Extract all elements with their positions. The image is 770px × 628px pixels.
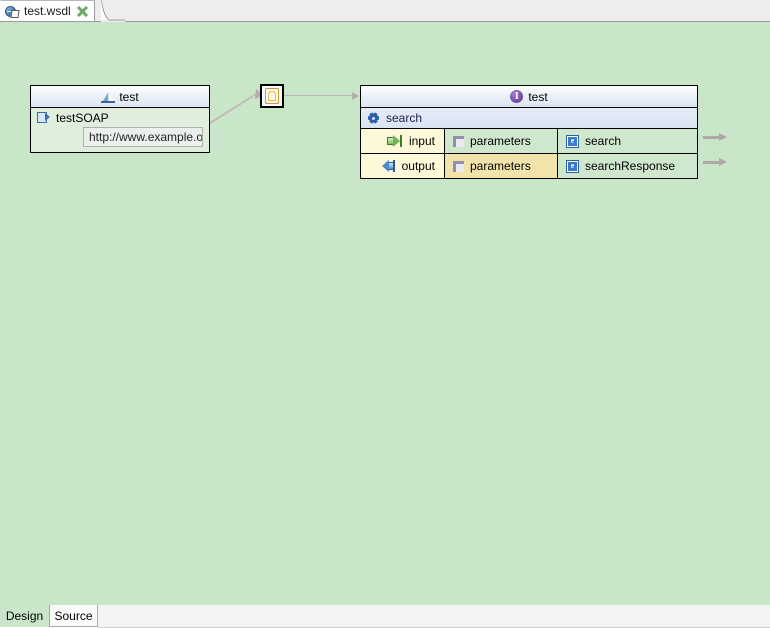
message-part-label: parameters xyxy=(470,159,531,173)
operation-label: search xyxy=(386,111,423,125)
interface-icon: I xyxy=(510,90,524,103)
operation-row-search[interactable]: search xyxy=(361,108,697,129)
wsdl-file-icon xyxy=(5,4,20,19)
message-element-label: search xyxy=(585,134,622,148)
tab-design-label: Design xyxy=(5,609,44,623)
service-name: test xyxy=(119,89,139,104)
service-address-wrap: http://www.example.o... xyxy=(31,127,209,152)
part-icon xyxy=(453,160,464,172)
message-part-cell-input[interactable]: parameters xyxy=(445,129,558,153)
message-element-label: searchResponse xyxy=(585,159,676,173)
message-kind-label: input xyxy=(408,134,435,148)
bottom-bar-filler xyxy=(98,605,770,628)
service-port-row[interactable]: testSOAP xyxy=(31,108,209,127)
input-arrow-icon xyxy=(386,135,403,147)
element-icon: e xyxy=(566,159,579,173)
service-icon xyxy=(101,90,116,103)
element-icon: e xyxy=(566,134,579,148)
message-part-cell-output[interactable]: parameters xyxy=(445,154,558,178)
service-box[interactable]: test testSOAP http://www.example.o... xyxy=(30,85,210,153)
interface-header: I test xyxy=(361,86,697,108)
message-row-input[interactable]: input parameters e search xyxy=(361,129,697,154)
message-element-cell-output[interactable]: e searchResponse xyxy=(558,154,697,178)
message-kind-cell-output[interactable]: output xyxy=(361,154,445,178)
part-icon xyxy=(453,135,464,147)
gear-icon xyxy=(367,112,380,125)
connector-binding-to-interface xyxy=(284,95,356,96)
service-header: test xyxy=(31,86,209,108)
message-part-label: parameters xyxy=(470,134,531,148)
service-address-input[interactable]: http://www.example.o... xyxy=(83,127,203,147)
interface-panel[interactable]: I test search input parameters e search … xyxy=(360,85,698,179)
tab-slant-decoration xyxy=(101,0,125,22)
tab-source-label: Source xyxy=(54,608,93,623)
connector-arrowhead-icon xyxy=(352,92,359,100)
editor-tab-bar: test.wsdl xyxy=(0,0,770,22)
binding-node[interactable] xyxy=(260,84,284,108)
port-icon xyxy=(37,112,51,123)
bottom-tab-bar: Design Source xyxy=(0,605,770,628)
tab-design[interactable]: Design xyxy=(0,605,50,627)
message-element-cell-input[interactable]: e search xyxy=(558,129,697,153)
wsdl-design-canvas[interactable]: test testSOAP http://www.example.o... I … xyxy=(0,22,770,605)
output-arrow-icon xyxy=(380,160,396,172)
message-kind-label: output xyxy=(401,159,435,173)
interface-name: test xyxy=(528,89,548,104)
binding-icon xyxy=(265,88,279,104)
service-port-label: testSOAP xyxy=(56,110,109,125)
message-row-output[interactable]: output parameters e searchResponse xyxy=(361,154,697,178)
message-kind-cell-input[interactable]: input xyxy=(361,129,445,153)
editor-tab-test-wsdl[interactable]: test.wsdl xyxy=(0,0,95,21)
editor-tab-label: test.wsdl xyxy=(24,4,71,18)
close-icon[interactable] xyxy=(76,5,88,17)
service-body: testSOAP http://www.example.o... xyxy=(31,108,209,152)
tab-source[interactable]: Source xyxy=(50,605,98,627)
